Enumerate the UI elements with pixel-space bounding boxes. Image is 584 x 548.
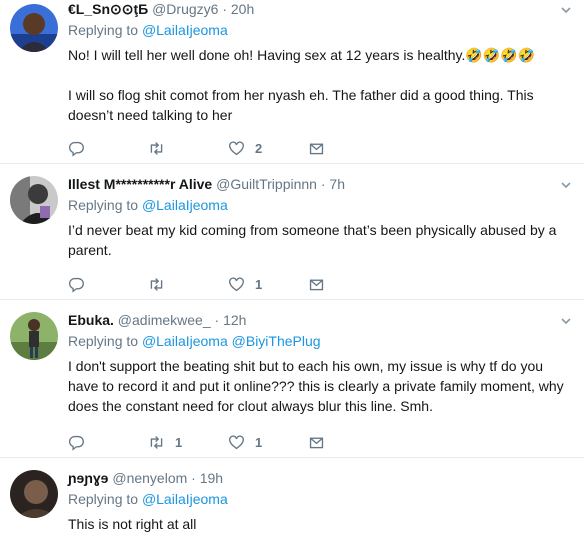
replying-label: Replying to bbox=[68, 491, 139, 507]
direct-message-button[interactable] bbox=[308, 434, 388, 451]
avatar[interactable] bbox=[10, 312, 58, 360]
timestamp[interactable]: 19h bbox=[200, 470, 223, 486]
like-button[interactable]: 2 bbox=[228, 140, 308, 157]
display-name[interactable]: Ebuka. bbox=[68, 312, 114, 328]
reply-button[interactable] bbox=[68, 276, 148, 293]
replying-to: Replying to @LailaIjeoma bbox=[68, 196, 576, 214]
reply-icon bbox=[68, 277, 84, 293]
tweet-text: I don't support the beating shit but to … bbox=[68, 356, 576, 416]
user-handle[interactable]: @Drugzy6 bbox=[152, 1, 218, 17]
replying-label: Replying to bbox=[68, 333, 139, 349]
like-count: 1 bbox=[255, 276, 263, 292]
retweet-icon bbox=[150, 141, 163, 155]
like-count: 2 bbox=[255, 140, 263, 156]
mention-link[interactable]: @LailaIjeoma bbox=[142, 197, 228, 213]
replying-to: Replying to @LailaIjeoma bbox=[68, 21, 576, 39]
avatar[interactable] bbox=[10, 470, 58, 518]
timestamp[interactable]: 7h bbox=[329, 176, 345, 192]
tweet[interactable]: €L_Sn⊙⊙ţБ @Drugzy6 · 20h Replying to @La… bbox=[0, 0, 584, 164]
reply-icon bbox=[68, 435, 84, 451]
user-handle[interactable]: @GuiltTrippinnn bbox=[216, 176, 317, 192]
tweet-actions: 1 1 bbox=[68, 432, 388, 452]
mention-link[interactable]: @LailaIjeoma bbox=[142, 333, 228, 349]
tweet-text-line: I will so flog shit comot from her nyash… bbox=[68, 87, 534, 123]
tweet-text-line: I’d never beat my kid coming from someon… bbox=[68, 222, 557, 258]
separator-dot: · bbox=[191, 470, 196, 486]
replying-label: Replying to bbox=[68, 197, 139, 213]
avatar[interactable] bbox=[10, 4, 58, 52]
tweet[interactable]: ɲɘɲɣɘ @nenyelom · 19h Replying to @Laila… bbox=[0, 458, 584, 548]
retweet-button[interactable] bbox=[148, 276, 228, 293]
like-count: 1 bbox=[255, 434, 263, 450]
separator-dot: · bbox=[222, 1, 227, 17]
tweet-header: Ebuka. @adimekwee_ · 12h bbox=[68, 311, 576, 329]
retweet-button[interactable]: 1 bbox=[148, 434, 228, 451]
heart-icon bbox=[229, 140, 244, 155]
retweet-icon bbox=[150, 435, 163, 449]
heart-icon bbox=[229, 434, 244, 449]
envelope-icon bbox=[309, 143, 324, 154]
mention-link[interactable]: @BiyiThePlug bbox=[232, 333, 321, 349]
retweet-count: 1 bbox=[175, 434, 183, 450]
chevron-down-icon[interactable] bbox=[560, 315, 572, 330]
direct-message-button[interactable] bbox=[308, 276, 388, 293]
tweet-header: ɲɘɲɣɘ @nenyelom · 19h bbox=[68, 469, 576, 487]
tweet-text-line: No! I will tell her well done oh! Having… bbox=[68, 47, 536, 63]
like-button[interactable]: 1 bbox=[228, 434, 308, 451]
display-name[interactable]: ɲɘɲɣɘ bbox=[68, 470, 108, 486]
tweet-text: This is not right at all bbox=[68, 514, 576, 534]
mention-link[interactable]: @LailaIjeoma bbox=[142, 22, 228, 38]
tweet-text: I’d never beat my kid coming from someon… bbox=[68, 220, 576, 260]
timestamp[interactable]: 20h bbox=[231, 1, 254, 17]
direct-message-button[interactable] bbox=[308, 140, 388, 157]
user-handle[interactable]: @adimekwee_ bbox=[118, 312, 211, 328]
chevron-down-icon[interactable] bbox=[560, 4, 572, 19]
separator-dot: · bbox=[320, 176, 326, 192]
tweet-header: Illest M**********r Alive @GuiltTrippinn… bbox=[68, 175, 576, 193]
tweet-text: No! I will tell her well done oh! Having… bbox=[68, 45, 576, 125]
chevron-down-icon[interactable] bbox=[560, 179, 572, 194]
timestamp[interactable]: 12h bbox=[223, 312, 246, 328]
reply-feed: €L_Sn⊙⊙ţБ @Drugzy6 · 20h Replying to @La… bbox=[0, 0, 584, 548]
envelope-icon bbox=[309, 279, 324, 290]
separator-dot: · bbox=[214, 312, 220, 328]
heart-icon bbox=[229, 276, 244, 291]
tweet[interactable]: Ebuka. @adimekwee_ · 12h Replying to @La… bbox=[0, 300, 584, 458]
envelope-icon bbox=[309, 437, 324, 448]
like-button[interactable]: 1 bbox=[228, 276, 308, 293]
replying-to: Replying to @LailaIjeoma @BiyiThePlug bbox=[68, 332, 576, 350]
display-name[interactable]: €L_Sn⊙⊙ţБ bbox=[68, 1, 148, 17]
replying-label: Replying to bbox=[68, 22, 139, 38]
tweet-text-line: This is not right at all bbox=[68, 516, 197, 532]
tweet-actions: 1 bbox=[68, 274, 388, 294]
reply-button[interactable] bbox=[68, 434, 148, 451]
reply-button[interactable] bbox=[68, 140, 148, 157]
retweet-icon bbox=[150, 277, 163, 291]
user-handle[interactable]: @nenyelom bbox=[112, 470, 187, 486]
replying-to: Replying to @LailaIjeoma bbox=[68, 490, 576, 508]
reply-icon bbox=[68, 141, 84, 157]
retweet-button[interactable] bbox=[148, 140, 228, 157]
display-name[interactable]: Illest M**********r Alive bbox=[68, 176, 212, 192]
avatar[interactable] bbox=[10, 176, 58, 224]
tweet-text-line: I don't support the beating shit but to … bbox=[68, 358, 564, 414]
tweet-header: €L_Sn⊙⊙ţБ @Drugzy6 · 20h bbox=[68, 0, 576, 18]
tweet-actions: 2 bbox=[68, 138, 388, 158]
mention-link[interactable]: @LailaIjeoma bbox=[142, 491, 228, 507]
tweet[interactable]: Illest M**********r Alive @GuiltTrippinn… bbox=[0, 164, 584, 300]
